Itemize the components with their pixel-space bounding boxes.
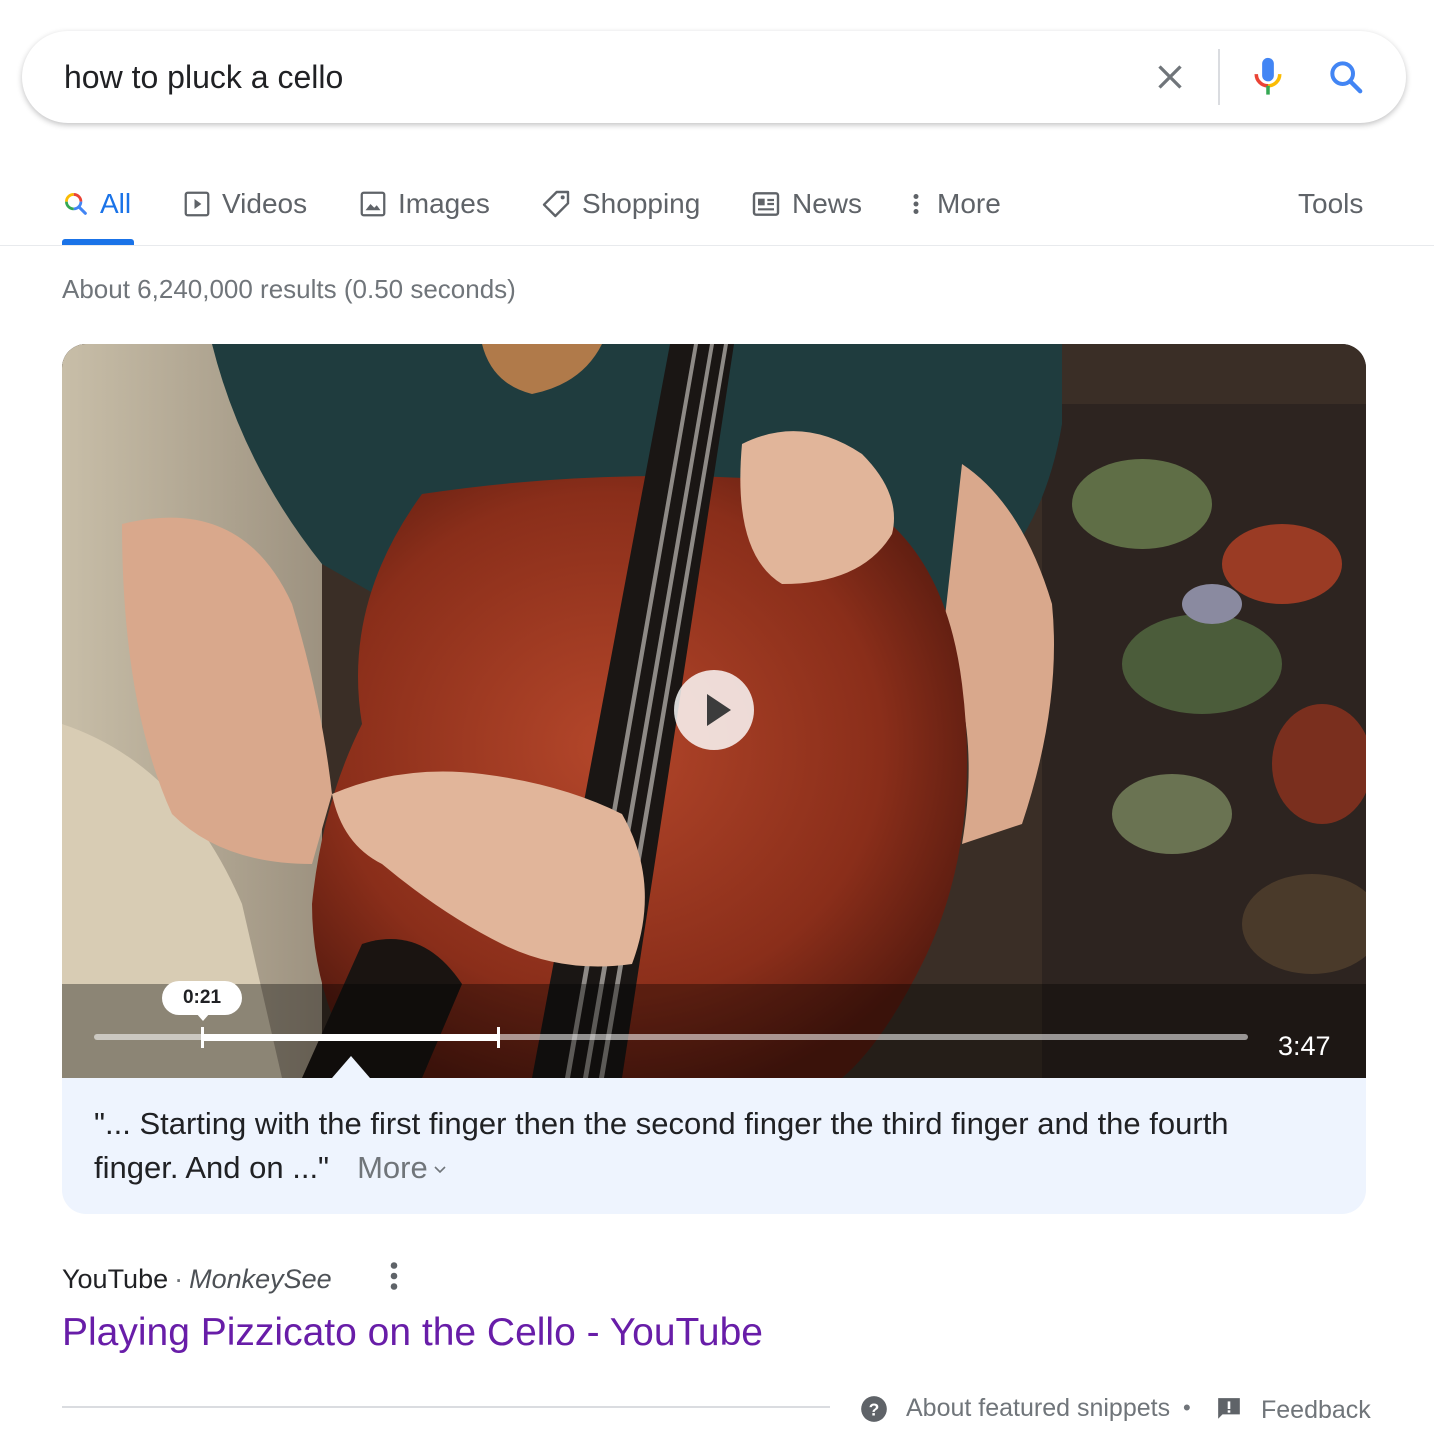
video-duration: 3:47 bbox=[1278, 1031, 1331, 1061]
current-time-label: 0:21 bbox=[162, 981, 242, 1021]
feedback-icon[interactable] bbox=[1216, 1396, 1242, 1422]
result-title-link[interactable]: Playing Pizzicato on the Cello - YouTube bbox=[62, 1308, 763, 1358]
search-input[interactable]: how to pluck a cello bbox=[64, 57, 343, 97]
result-source: YouTube · MonkeySee bbox=[62, 1262, 332, 1296]
feedback-link[interactable]: Feedback bbox=[1261, 1393, 1371, 1427]
result-stats: About 6,240,000 results (0.50 seconds) bbox=[62, 274, 516, 304]
tab-all[interactable]: All bbox=[62, 184, 131, 224]
search-tabs: All Videos Images Shopping News More Too… bbox=[0, 170, 1434, 246]
featured-video-card: 0:21 3:47 "... Starting with the first f… bbox=[62, 344, 1366, 1214]
tab-more[interactable]: More bbox=[905, 184, 1001, 224]
tab-label: News bbox=[792, 188, 863, 219]
more-label: More bbox=[357, 1150, 428, 1185]
tab-news[interactable]: News bbox=[750, 184, 862, 224]
play-button[interactable] bbox=[674, 670, 754, 750]
close-icon[interactable] bbox=[1152, 59, 1188, 95]
tab-label: More bbox=[937, 188, 1001, 219]
svg-text:?: ? bbox=[869, 1399, 880, 1419]
tab-label: Shopping bbox=[582, 188, 701, 219]
more-options-icon[interactable] bbox=[384, 1258, 404, 1294]
help-icon[interactable]: ? bbox=[860, 1395, 888, 1423]
source-site: YouTube bbox=[62, 1264, 169, 1294]
tab-label: All bbox=[100, 188, 132, 219]
clip-start-marker bbox=[201, 1027, 204, 1048]
source-author: MonkeySee bbox=[189, 1264, 332, 1294]
clip-end-marker bbox=[497, 1027, 500, 1048]
snippet-text: "... Starting with the first finger then… bbox=[94, 1106, 1229, 1185]
more-vert-icon bbox=[913, 194, 919, 214]
divider bbox=[1218, 49, 1220, 105]
tab-images[interactable]: Images bbox=[358, 184, 490, 224]
clip-segment bbox=[202, 1034, 499, 1041]
snippet-more-button[interactable]: More bbox=[357, 1150, 446, 1185]
footer-separator: • bbox=[1183, 1395, 1191, 1420]
chevron-down-icon bbox=[434, 1166, 446, 1173]
tab-label: Images bbox=[398, 188, 490, 219]
tools-button[interactable]: Tools bbox=[1298, 184, 1363, 224]
tag-icon bbox=[542, 190, 570, 218]
video-player[interactable]: 0:21 3:47 bbox=[62, 344, 1366, 1078]
divider bbox=[62, 1406, 830, 1408]
transcript-snippet: "... Starting with the first finger then… bbox=[94, 1102, 1294, 1190]
source-separator: · bbox=[174, 1264, 184, 1294]
snippet-pointer bbox=[332, 1056, 370, 1078]
tab-shopping[interactable]: Shopping bbox=[540, 184, 700, 224]
news-icon bbox=[752, 192, 780, 216]
tab-label: Videos bbox=[222, 188, 308, 219]
active-tab-indicator bbox=[62, 239, 134, 245]
search-icon[interactable] bbox=[1326, 57, 1366, 97]
tab-videos[interactable]: Videos bbox=[182, 184, 307, 224]
video-icon bbox=[184, 191, 210, 217]
mic-icon[interactable] bbox=[1250, 55, 1286, 99]
image-icon bbox=[360, 191, 386, 217]
search-bar[interactable]: how to pluck a cello bbox=[22, 31, 1406, 123]
search-icon bbox=[65, 193, 87, 215]
about-featured-snippets-link[interactable]: About featured snippets bbox=[906, 1391, 1170, 1425]
